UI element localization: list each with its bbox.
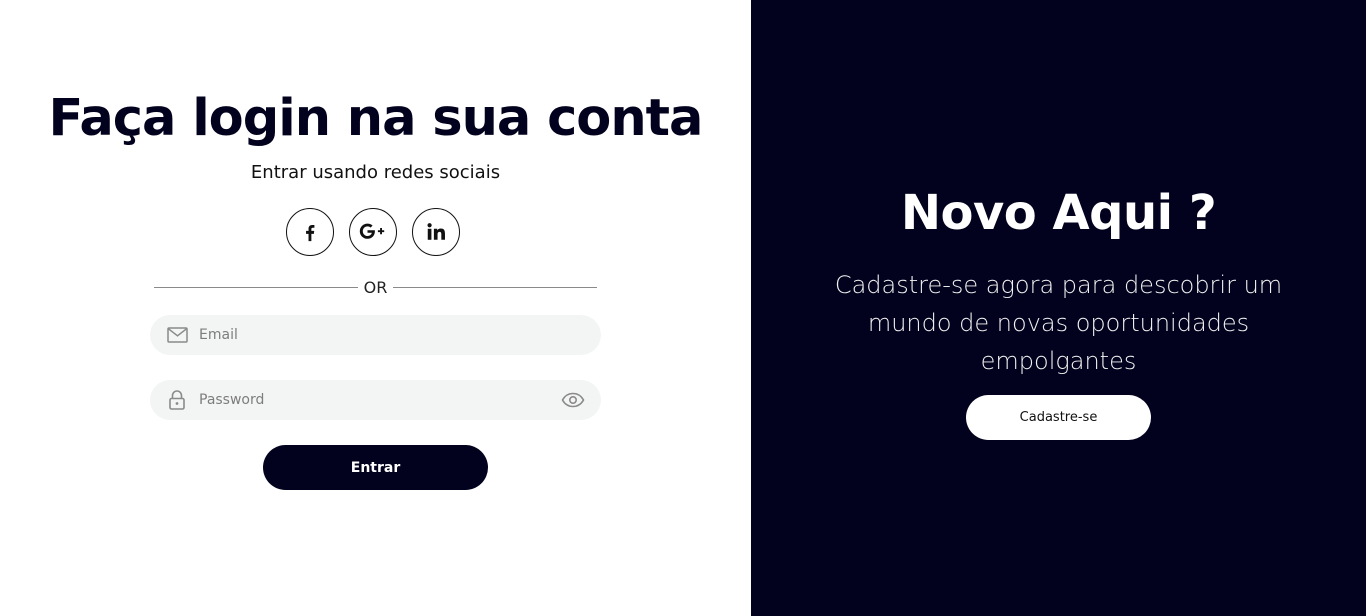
email-input[interactable] <box>199 315 549 355</box>
email-field <box>150 315 601 355</box>
login-title: Faça login na sua conta <box>48 89 704 148</box>
divider-line-left <box>154 286 358 288</box>
signup-button[interactable]: Cadastre-se <box>966 395 1151 440</box>
social-login-buttons <box>286 208 460 256</box>
signup-panel: Novo Aqui ? Cadastre-se agora para desco… <box>751 0 1366 616</box>
signup-description: Cadastre-se agora para descobrir um mund… <box>834 271 1283 375</box>
login-submit-button[interactable]: Entrar <box>263 445 488 490</box>
password-input[interactable] <box>199 380 549 420</box>
social-login-caption: Entrar usando redes sociais <box>250 162 501 183</box>
login-page: Faça login na sua conta Entrar usando re… <box>0 0 1366 616</box>
google-plus-login-button[interactable] <box>349 208 397 256</box>
password-field <box>150 380 601 420</box>
divider-line-right <box>393 286 597 288</box>
google-plus-icon <box>359 223 385 239</box>
login-panel: Faça login na sua conta Entrar usando re… <box>0 0 751 616</box>
eye-icon[interactable] <box>561 390 585 410</box>
facebook-icon <box>306 224 315 242</box>
signup-title: Novo Aqui ? <box>900 185 1217 241</box>
lock-icon <box>166 390 188 410</box>
or-divider: OR <box>154 276 597 298</box>
linkedin-icon <box>427 223 445 240</box>
facebook-login-button[interactable] <box>286 208 334 256</box>
divider-label: OR <box>363 277 388 297</box>
mail-icon <box>166 325 188 345</box>
linkedin-login-button[interactable] <box>412 208 460 256</box>
